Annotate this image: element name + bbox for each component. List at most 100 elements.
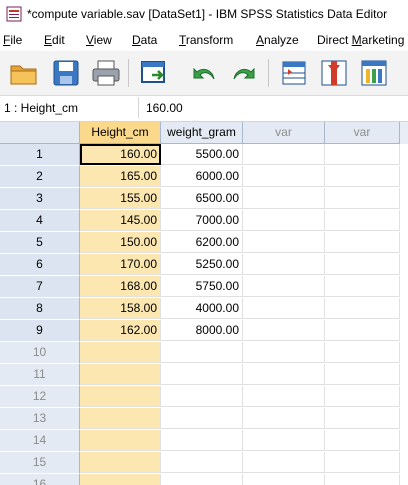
cell-var[interactable] (243, 144, 325, 165)
row-header[interactable]: 8 (0, 298, 80, 320)
cell-var[interactable] (325, 430, 400, 451)
cell-name-box[interactable]: 1 : Height_cm (0, 97, 139, 118)
variables-icon[interactable] (358, 57, 390, 89)
row-header[interactable]: 15 (0, 452, 80, 474)
cell-weight-gram[interactable]: 7000.00 (161, 210, 243, 231)
cell-height-cm[interactable]: 165.00 (80, 166, 161, 187)
cell-var[interactable] (243, 210, 325, 231)
row-header[interactable]: 5 (0, 232, 80, 254)
column-header-var[interactable]: var (325, 122, 400, 144)
menu-view[interactable]: View (86, 33, 112, 47)
undo-icon[interactable] (188, 57, 220, 89)
cell-var[interactable] (243, 452, 325, 473)
cell-var[interactable] (325, 188, 400, 209)
cell-weight-gram[interactable] (161, 452, 243, 473)
cell-var[interactable] (243, 276, 325, 297)
cell-var[interactable] (243, 364, 325, 385)
cell-height-cm[interactable]: 162.00 (80, 320, 161, 341)
cell-weight-gram[interactable] (161, 430, 243, 451)
cell-weight-gram[interactable]: 5500.00 (161, 144, 243, 165)
dialog-recall-icon[interactable] (138, 57, 170, 89)
cell-weight-gram[interactable]: 6200.00 (161, 232, 243, 253)
row-header[interactable]: 7 (0, 276, 80, 298)
cell-weight-gram[interactable]: 8000.00 (161, 320, 243, 341)
cell-var[interactable] (243, 386, 325, 407)
row-header[interactable]: 13 (0, 408, 80, 430)
menu-file[interactable]: File (3, 33, 22, 47)
goto-case-icon[interactable] (278, 57, 310, 89)
grid-corner[interactable] (0, 122, 80, 144)
open-folder-icon[interactable] (8, 57, 40, 89)
cell-height-cm[interactable]: 158.00 (80, 298, 161, 319)
cell-var[interactable] (243, 342, 325, 363)
cell-weight-gram[interactable] (161, 386, 243, 407)
cell-height-cm[interactable]: 168.00 (80, 276, 161, 297)
menu-transform[interactable]: Transform (179, 33, 233, 47)
cell-var[interactable] (325, 166, 400, 187)
cell-weight-gram[interactable] (161, 408, 243, 429)
cell-var[interactable] (243, 430, 325, 451)
cell-var[interactable] (325, 210, 400, 231)
cell-weight-gram[interactable]: 6000.00 (161, 166, 243, 187)
cell-weight-gram[interactable]: 4000.00 (161, 298, 243, 319)
row-header[interactable]: 12 (0, 386, 80, 408)
row-header[interactable]: 11 (0, 364, 80, 386)
cell-var[interactable] (325, 342, 400, 363)
cell-var[interactable] (325, 364, 400, 385)
cell-value-editor[interactable]: 160.00 (146, 101, 183, 115)
cell-height-cm[interactable]: 155.00 (80, 188, 161, 209)
cell-weight-gram[interactable]: 6500.00 (161, 188, 243, 209)
cell-height-cm[interactable] (80, 474, 161, 485)
cell-var[interactable] (325, 408, 400, 429)
cell-var[interactable] (325, 276, 400, 297)
cell-height-cm[interactable] (80, 430, 161, 451)
cell-var[interactable] (243, 298, 325, 319)
cell-weight-gram[interactable] (161, 364, 243, 385)
cell-height-cm[interactable] (80, 408, 161, 429)
cell-var[interactable] (243, 408, 325, 429)
column-header-weight-gram[interactable]: weight_gram (161, 122, 243, 144)
cell-height-cm[interactable] (80, 364, 161, 385)
redo-icon[interactable] (228, 57, 260, 89)
row-header[interactable]: 9 (0, 320, 80, 342)
save-icon[interactable] (50, 57, 82, 89)
cell-weight-gram[interactable] (161, 342, 243, 363)
cell-var[interactable] (325, 386, 400, 407)
cell-height-cm[interactable] (80, 452, 161, 473)
print-icon[interactable] (90, 57, 122, 89)
cell-var[interactable] (243, 320, 325, 341)
column-header-height-cm[interactable]: Height_cm (80, 122, 161, 144)
cell-weight-gram[interactable] (161, 474, 243, 485)
menu-analyze[interactable]: Analyze (256, 33, 299, 47)
cell-height-cm[interactable]: 160.00 (80, 144, 161, 165)
row-header[interactable]: 4 (0, 210, 80, 232)
cell-height-cm[interactable] (80, 342, 161, 363)
goto-variable-icon[interactable] (318, 57, 350, 89)
column-header-var[interactable]: var (243, 122, 325, 144)
row-header[interactable]: 16 (0, 474, 80, 485)
cell-weight-gram[interactable]: 5750.00 (161, 276, 243, 297)
cell-var[interactable] (243, 254, 325, 275)
cell-var[interactable] (325, 144, 400, 165)
cell-var[interactable] (325, 254, 400, 275)
cell-height-cm[interactable] (80, 386, 161, 407)
menu-edit[interactable]: Edit (44, 33, 65, 47)
cell-height-cm[interactable]: 150.00 (80, 232, 161, 253)
cell-var[interactable] (243, 188, 325, 209)
cell-height-cm[interactable]: 145.00 (80, 210, 161, 231)
menu-data[interactable]: Data (132, 33, 157, 47)
cell-var[interactable] (325, 320, 400, 341)
row-header[interactable]: 10 (0, 342, 80, 364)
cell-var[interactable] (325, 452, 400, 473)
cell-var[interactable] (325, 298, 400, 319)
cell-var[interactable] (325, 232, 400, 253)
cell-weight-gram[interactable]: 5250.00 (161, 254, 243, 275)
menu-direct-marketing[interactable]: Direct Marketing (317, 33, 404, 47)
row-header[interactable]: 6 (0, 254, 80, 276)
row-header[interactable]: 3 (0, 188, 80, 210)
cell-var[interactable] (243, 232, 325, 253)
cell-var[interactable] (243, 474, 325, 485)
cell-var[interactable] (243, 166, 325, 187)
row-header[interactable]: 14 (0, 430, 80, 452)
row-header[interactable]: 1 (0, 144, 80, 166)
